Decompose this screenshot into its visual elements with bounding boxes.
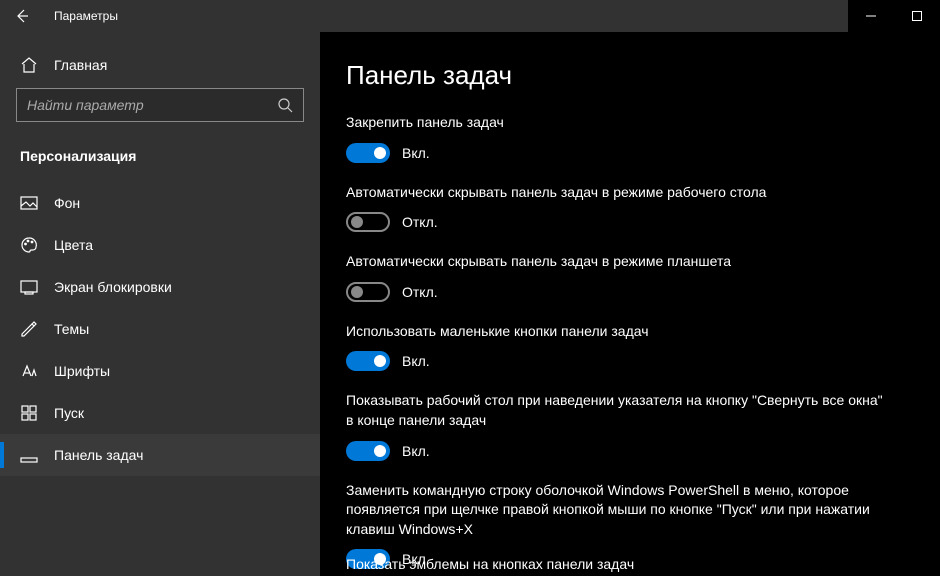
setting-label: Закрепить панель задач xyxy=(346,113,886,133)
titlebar: Параметры xyxy=(0,0,940,32)
toggle-knob xyxy=(374,445,386,457)
sidebar-item-colors[interactable]: Цвета xyxy=(0,224,320,266)
setting-small-buttons: Использовать маленькие кнопки панели зад… xyxy=(346,322,886,372)
titlebar-left: Параметры xyxy=(0,4,118,28)
sidebar-item-fonts[interactable]: Шрифты xyxy=(0,350,320,392)
toggle-state: Откл. xyxy=(402,214,438,230)
sidebar-item-themes[interactable]: Темы xyxy=(0,308,320,350)
maximize-icon xyxy=(912,11,922,21)
search-box[interactable] xyxy=(16,88,304,122)
toggle-state: Вкл. xyxy=(402,353,430,369)
settings-window: Параметры Главная xyxy=(0,0,940,576)
window-controls xyxy=(848,0,940,32)
sidebar-item-label: Темы xyxy=(54,321,89,337)
toggle-state: Вкл. xyxy=(402,443,430,459)
themes-icon xyxy=(20,320,38,338)
image-icon xyxy=(20,194,38,212)
sidebar-item-label: Пуск xyxy=(54,405,84,421)
setting-label: Заменить командную строку оболочкой Wind… xyxy=(346,481,886,540)
truncated-setting-label: Показать эмблемы на кнопках панели задач xyxy=(346,556,634,572)
sidebar-item-label: Экран блокировки xyxy=(54,279,172,295)
body: Главная Персонализация xyxy=(0,32,940,576)
toggle-switch[interactable] xyxy=(346,441,390,461)
toggle-knob xyxy=(351,216,363,228)
search-input[interactable] xyxy=(27,97,267,113)
search-wrap xyxy=(0,88,320,142)
sidebar: Главная Персонализация xyxy=(0,32,320,576)
toggle-row: Вкл. xyxy=(346,143,886,163)
setting-autohide-tablet: Автоматически скрывать панель задач в ре… xyxy=(346,252,886,302)
sidebar-nav: Фон Цвета Экран блокировки xyxy=(0,182,320,476)
sidebar-item-taskbar[interactable]: Панель задач xyxy=(0,434,320,476)
taskbar-icon xyxy=(20,446,38,464)
arrow-left-icon xyxy=(14,8,30,24)
minimize-icon xyxy=(866,11,876,21)
toggle-switch[interactable] xyxy=(346,351,390,371)
setting-label: Использовать маленькие кнопки панели зад… xyxy=(346,322,886,342)
setting-label: Показывать рабочий стол при наведении ук… xyxy=(346,391,886,430)
toggle-row: Вкл. xyxy=(346,441,886,461)
toggle-row: Откл. xyxy=(346,282,886,302)
toggle-knob xyxy=(374,147,386,159)
lockscreen-icon xyxy=(20,278,38,296)
search-icon xyxy=(277,97,293,113)
home-label: Главная xyxy=(54,57,107,73)
setting-label: Автоматически скрывать панель задач в ре… xyxy=(346,183,886,203)
home-link[interactable]: Главная xyxy=(0,48,320,88)
content: Панель задач Закрепить панель задач Вкл.… xyxy=(320,32,940,576)
sidebar-item-start[interactable]: Пуск xyxy=(0,392,320,434)
category-header: Персонализация xyxy=(0,142,320,182)
toggle-row: Откл. xyxy=(346,212,886,232)
toggle-switch[interactable] xyxy=(346,212,390,232)
window-title: Параметры xyxy=(54,9,118,23)
start-icon xyxy=(20,404,38,422)
toggle-switch[interactable] xyxy=(346,282,390,302)
sidebar-item-label: Панель задач xyxy=(54,447,143,463)
toggle-state: Откл. xyxy=(402,284,438,300)
page-title: Панель задач xyxy=(346,60,914,91)
toggle-state: Вкл. xyxy=(402,145,430,161)
palette-icon xyxy=(20,236,38,254)
toggle-knob xyxy=(351,286,363,298)
toggle-knob xyxy=(374,355,386,367)
home-icon xyxy=(20,56,38,74)
toggle-switch[interactable] xyxy=(346,143,390,163)
sidebar-item-lockscreen[interactable]: Экран блокировки xyxy=(0,266,320,308)
setting-autohide-desktop: Автоматически скрывать панель задач в ре… xyxy=(346,183,886,233)
back-button[interactable] xyxy=(10,4,34,28)
sidebar-item-label: Фон xyxy=(54,195,80,211)
maximize-button[interactable] xyxy=(894,0,940,32)
sidebar-item-background[interactable]: Фон xyxy=(0,182,320,224)
setting-lock-taskbar: Закрепить панель задач Вкл. xyxy=(346,113,886,163)
minimize-button[interactable] xyxy=(848,0,894,32)
fonts-icon xyxy=(20,362,38,380)
sidebar-item-label: Цвета xyxy=(54,237,93,253)
setting-peek-desktop: Показывать рабочий стол при наведении ук… xyxy=(346,391,886,460)
setting-label: Автоматически скрывать панель задач в ре… xyxy=(346,252,886,272)
toggle-row: Вкл. xyxy=(346,351,886,371)
sidebar-item-label: Шрифты xyxy=(54,363,110,379)
